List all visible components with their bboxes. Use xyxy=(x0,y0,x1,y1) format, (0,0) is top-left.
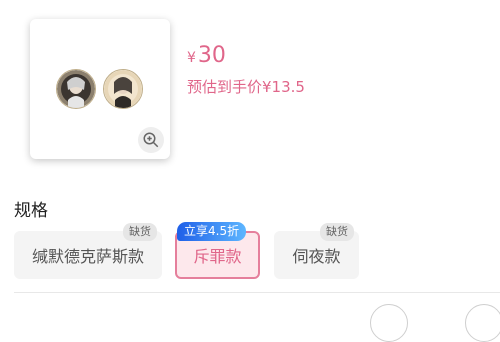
increase-button[interactable] xyxy=(465,304,500,342)
out-of-stock-badge: 缺货 xyxy=(320,223,354,241)
spec-option-label: 斥罪款 xyxy=(193,247,242,266)
zoom-in-icon[interactable] xyxy=(138,127,164,153)
spec-title: 规格 xyxy=(14,201,48,221)
out-of-stock-badge: 缺货 xyxy=(123,223,157,241)
estimated-price: 预估到手价¥13.5 xyxy=(187,78,305,96)
decrease-button[interactable] xyxy=(370,304,408,342)
price-value: 30 xyxy=(197,43,226,68)
spec-option-label: 伺夜款 xyxy=(292,247,341,266)
badge-image-left xyxy=(56,69,96,109)
product-image-card[interactable] xyxy=(30,19,170,159)
price: ¥ 30 xyxy=(187,43,226,68)
currency-symbol: ¥ xyxy=(187,50,196,66)
badge-image-right xyxy=(103,69,143,109)
divider xyxy=(14,292,500,293)
spec-option-label: 缄默德克萨斯款 xyxy=(31,247,144,266)
promo-discount-badge: 立享4.5折 xyxy=(177,222,247,241)
